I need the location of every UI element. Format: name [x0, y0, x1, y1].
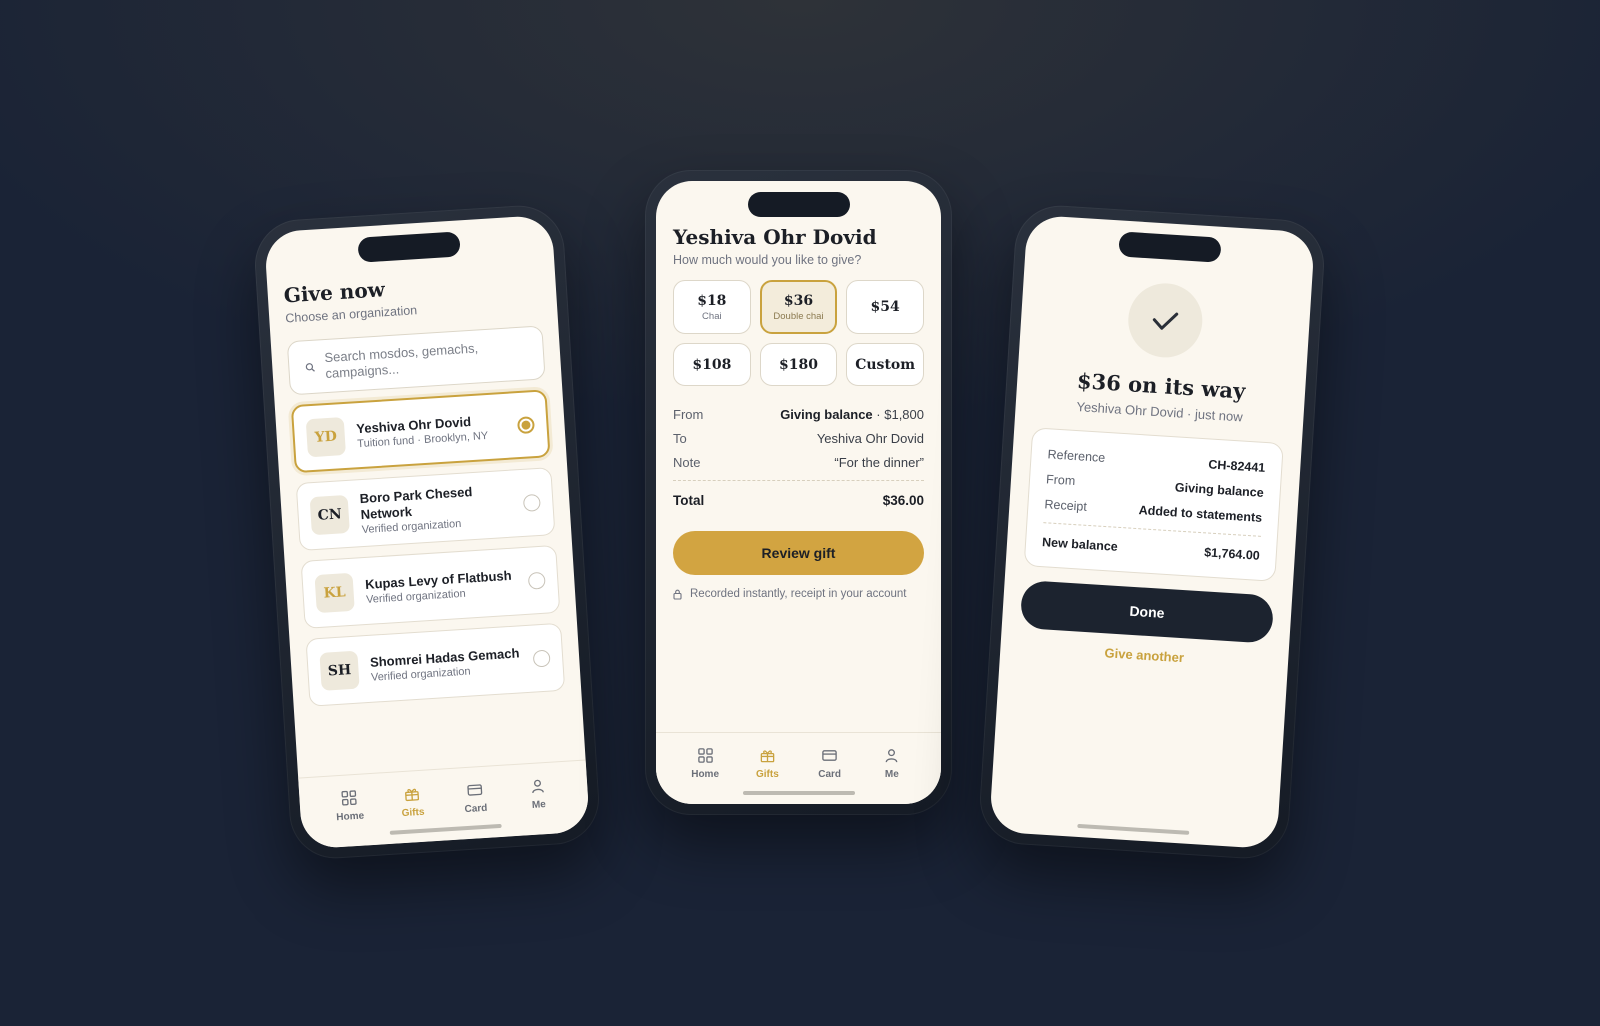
amount-option[interactable]: $180 — [759, 343, 838, 386]
amount-value: $108 — [692, 356, 732, 373]
give-another-link[interactable]: Give another — [1018, 640, 1270, 671]
phone-choose-amount: Yeshiva Ohr Dovid How much would you lik… — [645, 170, 952, 815]
amount-label: Chai — [702, 310, 722, 322]
home-indicator — [742, 791, 855, 795]
tab-gifts[interactable]: Gifts — [743, 747, 791, 804]
checkmark-icon — [1152, 312, 1179, 330]
tab-card[interactable]: Card — [450, 780, 501, 840]
organization-radio[interactable] — [522, 493, 541, 512]
tab-home[interactable]: Home — [681, 747, 729, 804]
receipt-value: Added to statements — [1138, 502, 1263, 525]
organization-avatar: SH — [319, 650, 360, 691]
from-row: From Giving balance · $1,800 — [673, 402, 924, 426]
tab-me[interactable]: Me — [868, 747, 916, 804]
organization-title: Yeshiva Ohr Dovid — [673, 225, 877, 249]
amount-options: $18 Chai $36 Double chai $54 $108 $180 Custom — [673, 280, 924, 386]
tab-label: Home — [691, 769, 720, 780]
tab-label: Home — [336, 810, 365, 824]
success-badge — [1126, 281, 1205, 360]
search-input[interactable]: Search mosdos, gemachs, campaigns... — [286, 325, 546, 396]
card-icon — [466, 781, 484, 799]
search-placeholder: Search mosdos, gemachs, campaigns... — [324, 340, 479, 382]
tab-card[interactable]: Card — [806, 747, 854, 804]
gift-icon — [759, 747, 776, 764]
receipt-note: Recorded instantly, receipt in your acco… — [673, 587, 924, 601]
grid-icon — [340, 789, 358, 807]
total-row: Total $36.00 — [673, 487, 924, 513]
amount-prompt: How much would you like to give? — [673, 253, 862, 267]
amount-label: Double chai — [773, 310, 824, 322]
to-row: To Yeshiva Ohr Dovid — [673, 426, 924, 450]
balance-value: $1,764.00 — [1203, 544, 1261, 563]
tab-me[interactable]: Me — [513, 776, 564, 836]
organization-avatar: CN — [309, 494, 350, 536]
tab-label: Gifts — [401, 806, 425, 820]
card-icon — [821, 747, 838, 764]
amount-value: $18 — [697, 292, 727, 309]
note-value: “For the dinner” — [834, 454, 924, 470]
grid-icon — [697, 747, 714, 764]
amount-option[interactable]: $54 — [846, 280, 924, 334]
tab-label: Me — [884, 769, 899, 780]
balance-row: New balance $1,764.00 — [1041, 529, 1260, 568]
tab-label: Card — [464, 802, 488, 816]
organization-avatar: YD — [305, 417, 347, 458]
organization-radio[interactable] — [516, 415, 535, 434]
amount-value: $36 — [783, 292, 814, 309]
phone-gift-success: $36 on its way Yeshiva Ohr Dovid · just … — [977, 202, 1327, 862]
divider — [673, 480, 924, 481]
note-row[interactable]: Note “For the dinner” — [673, 450, 924, 474]
organization-item[interactable]: CN Boro Park Chesed Network Verified organ… — [295, 467, 556, 552]
reference-value: CH-82441 — [1207, 456, 1266, 475]
amount-option[interactable]: Custom — [846, 343, 924, 386]
from-amount: · $1,800 — [876, 406, 924, 422]
tab-gifts[interactable]: Gifts — [387, 784, 438, 844]
to-label: To — [673, 430, 687, 446]
from-source: Giving balance — [780, 406, 873, 422]
amount-value: Custom — [855, 356, 916, 373]
total-label: Total — [673, 492, 705, 508]
screen-choose-organization: Give now Choose an organization Search m… — [263, 214, 591, 850]
reference-label: Reference — [1047, 446, 1106, 465]
amount-option[interactable]: $108 — [673, 343, 751, 386]
to-value: Yeshiva Ohr Dovid — [816, 430, 924, 446]
dynamic-island — [747, 192, 850, 217]
receipt-card: Reference CH-82441 From Giving balance Rec… — [1023, 427, 1284, 582]
phone-choose-organization: Give now Choose an organization Search m… — [252, 202, 602, 862]
done-button[interactable]: Done — [1019, 579, 1275, 644]
from-label: From — [1045, 471, 1076, 488]
organization-radio[interactable] — [532, 649, 551, 668]
note-label: Note — [673, 454, 701, 470]
person-icon — [529, 777, 547, 795]
organization-item[interactable]: YD Yeshiva Ohr Dovid Tuition fund · Brookl… — [290, 389, 551, 474]
organization-radio[interactable] — [527, 571, 546, 590]
organization-item[interactable]: SH Shomrei Hadas Gemach Verified organizat… — [305, 622, 566, 707]
person-icon — [883, 747, 900, 764]
amount-value: $180 — [779, 356, 818, 373]
organization-item[interactable]: KL Kupas Levy of Flatbush Verified organiz… — [300, 544, 561, 629]
lock-icon — [673, 589, 682, 600]
balance-label: New balance — [1041, 534, 1119, 554]
tab-home[interactable]: Home — [325, 788, 376, 848]
screen-choose-amount: Yeshiva Ohr Dovid How much would you lik… — [656, 181, 941, 804]
amount-value: $54 — [870, 299, 900, 315]
from-label: From — [673, 406, 704, 422]
total-value: $36.00 — [882, 492, 924, 508]
tab-label: Gifts — [755, 769, 779, 780]
search-icon — [305, 362, 315, 372]
amount-option[interactable]: $18 Chai — [673, 280, 751, 334]
amount-option[interactable]: $36 Double chai — [759, 280, 838, 334]
receipt-note-text: Recorded instantly, receipt in your acco… — [690, 588, 907, 600]
tab-label: Me — [531, 799, 547, 811]
tab-label: Card — [818, 769, 842, 780]
home-indicator — [1077, 823, 1190, 835]
organization-avatar: KL — [314, 572, 355, 614]
from-value: Giving balance — [1174, 479, 1265, 500]
receipt-label: Receipt — [1044, 496, 1088, 514]
organization-list: YD Yeshiva Ohr Dovid Tuition fund · Brookl… — [290, 389, 566, 707]
screen-gift-success: $36 on its way Yeshiva Ohr Dovid · just … — [988, 214, 1316, 850]
gift-icon — [403, 785, 421, 803]
review-gift-button[interactable]: Review gift — [673, 531, 924, 575]
tab-bar: Home Gifts Card Me — [298, 759, 591, 850]
